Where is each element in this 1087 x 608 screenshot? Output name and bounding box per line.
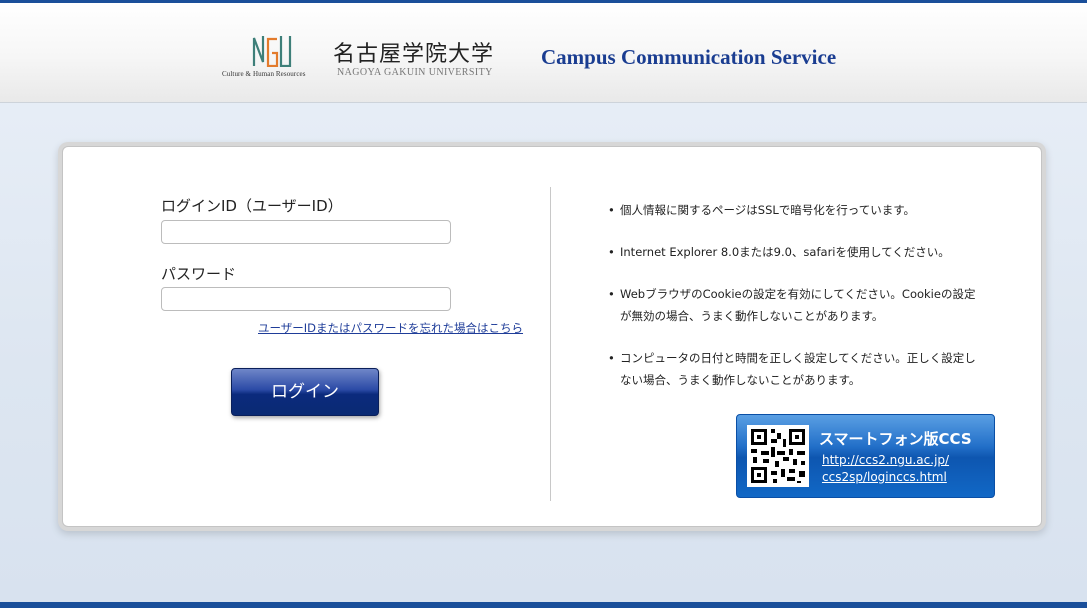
notice-item: • 個人情報に関するページはSSLで暗号化を行っています。 bbox=[608, 199, 980, 221]
smartphone-ccs-banner[interactable]: スマートフォン版CCS http://ccs2.ngu.ac.jp/ ccs2s… bbox=[736, 414, 995, 498]
bottom-accent-line bbox=[0, 602, 1087, 608]
notice-text: 個人情報に関するページはSSLで暗号化を行っています。 bbox=[620, 203, 916, 217]
forgot-password-link[interactable]: ユーザーIDまたはパスワードを忘れた場合はこちら bbox=[258, 320, 523, 336]
bullet-icon: • bbox=[608, 245, 615, 259]
smartphone-banner-title: スマートフォン版CCS bbox=[819, 430, 972, 448]
logo-subtitle: Culture & Human Resources bbox=[222, 70, 306, 78]
ngu-logo-icon bbox=[252, 36, 292, 67]
panel-divider bbox=[550, 187, 551, 501]
smartphone-url-link-line2[interactable]: ccs2sp/loginccs.html bbox=[822, 470, 947, 484]
bullet-icon: • bbox=[608, 287, 615, 301]
notice-item: • WebブラウザのCookieの設定を有効にしてください。Cookieの設定が… bbox=[608, 283, 980, 327]
notice-item: • コンピュータの日付と時間を正しく設定してください。正しく設定しない場合、うま… bbox=[608, 347, 980, 391]
service-title: Campus Communication Service bbox=[541, 45, 837, 69]
university-name-en: NAGOYA GAKUIN UNIVERSITY bbox=[337, 67, 493, 78]
login-button[interactable]: ログイン bbox=[231, 368, 379, 416]
login-id-input[interactable] bbox=[161, 220, 451, 244]
login-id-label: ログインID（ユーザーID） bbox=[161, 197, 343, 215]
notice-item: • Internet Explorer 8.0または9.0、safariを使用し… bbox=[608, 241, 980, 263]
password-input[interactable] bbox=[161, 287, 451, 311]
qr-code-icon bbox=[747, 425, 809, 487]
university-name: 名古屋学院大学 bbox=[333, 42, 495, 67]
bullet-icon: • bbox=[608, 351, 615, 365]
login-panel: ログインID（ユーザーID） パスワード ユーザーIDまたはパスワードを忘れた場… bbox=[62, 146, 1042, 527]
bullet-icon: • bbox=[608, 203, 615, 217]
notice-text: Internet Explorer 8.0または9.0、safariを使用してく… bbox=[620, 245, 950, 259]
smartphone-url-link-line1[interactable]: http://ccs2.ngu.ac.jp/ bbox=[822, 453, 949, 467]
notice-text: WebブラウザのCookieの設定を有効にしてください。Cookieの設定が無効… bbox=[620, 287, 976, 323]
password-label: パスワード bbox=[161, 265, 237, 283]
header: Culture & Human Resources 名古屋学院大学 NAGOYA… bbox=[0, 3, 1087, 103]
notice-text: コンピュータの日付と時間を正しく設定してください。正しく設定しない場合、うまく動… bbox=[620, 351, 976, 387]
